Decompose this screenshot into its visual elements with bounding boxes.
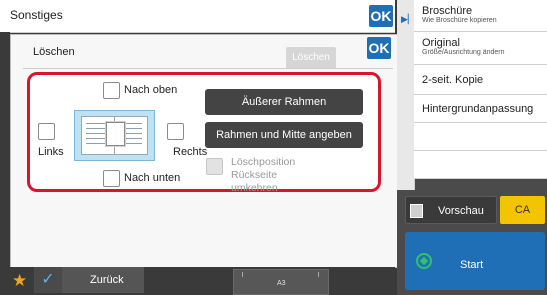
paper-indicator: A3 [233,269,329,295]
clear-all-button[interactable]: CA [500,196,545,224]
start-label: Start [460,259,484,271]
menu-arrow-column [397,0,415,190]
label-left: Links [38,146,64,158]
checkbox-left[interactable] [38,123,55,140]
menu-item-brochure[interactable]: Broschüre Wie Broschüre kopieren [414,0,547,32]
menu-item-title: Original [422,37,460,49]
back-button[interactable]: Zurück [62,267,144,293]
label-reverse-back: Löschposition Rückseite umkehren [231,156,296,194]
label-bottom: Nach unten [124,172,181,184]
checkbox-bottom[interactable] [103,170,120,187]
paper-size-label: A3 [277,280,286,287]
erase-top-button[interactable]: Löschen [286,47,336,69]
start-button[interactable]: Start [405,232,545,290]
center-checkbox[interactable] [106,122,125,146]
panel-divider [23,68,393,69]
menu-item-empty [414,123,547,151]
menu-item-background[interactable]: Hintergrundanpassung [414,95,547,123]
checkbox-right[interactable] [167,123,184,140]
menu-item-duplex[interactable]: 2-seit. Kopie [414,65,547,95]
outer-frame-button[interactable]: Äußerer Rahmen [205,89,363,115]
checkbox-top[interactable] [103,82,120,99]
panel-title: Löschen [33,46,75,58]
frame-and-center-button[interactable]: Rahmen und Mitte angeben [205,122,363,148]
preview-icon [410,204,423,218]
menu-item-empty [414,151,547,179]
menu-item-subtitle: Wie Broschüre kopieren [422,17,497,24]
label-right: Rechts [173,146,208,158]
ok-button-header[interactable]: OK [369,5,393,27]
start-icon [416,253,432,269]
label-top: Nach oben [124,84,178,96]
checkbox-reverse-back[interactable] [206,158,223,175]
ok-button-panel[interactable]: OK [367,37,391,59]
menu-item-title: Broschüre [422,5,473,17]
dialog-header: Sonstiges [0,0,395,33]
menu-item-title: Hintergrundanpassung [422,103,534,115]
star-icon[interactable]: ★ [12,271,27,291]
expand-arrow-icon[interactable]: ▶▏ [401,14,415,25]
dialog-title: Sonstiges [10,8,63,22]
menu-item-title: 2-seit. Kopie [422,74,484,86]
book-diagram [74,110,155,161]
menu-item-subtitle: Größe/Ausrichtung ändern [422,49,505,56]
left-strip [0,32,10,267]
checkmark-icon[interactable]: ✓ [34,267,62,293]
menu-item-original[interactable]: Original Größe/Ausrichtung ändern [414,32,547,65]
